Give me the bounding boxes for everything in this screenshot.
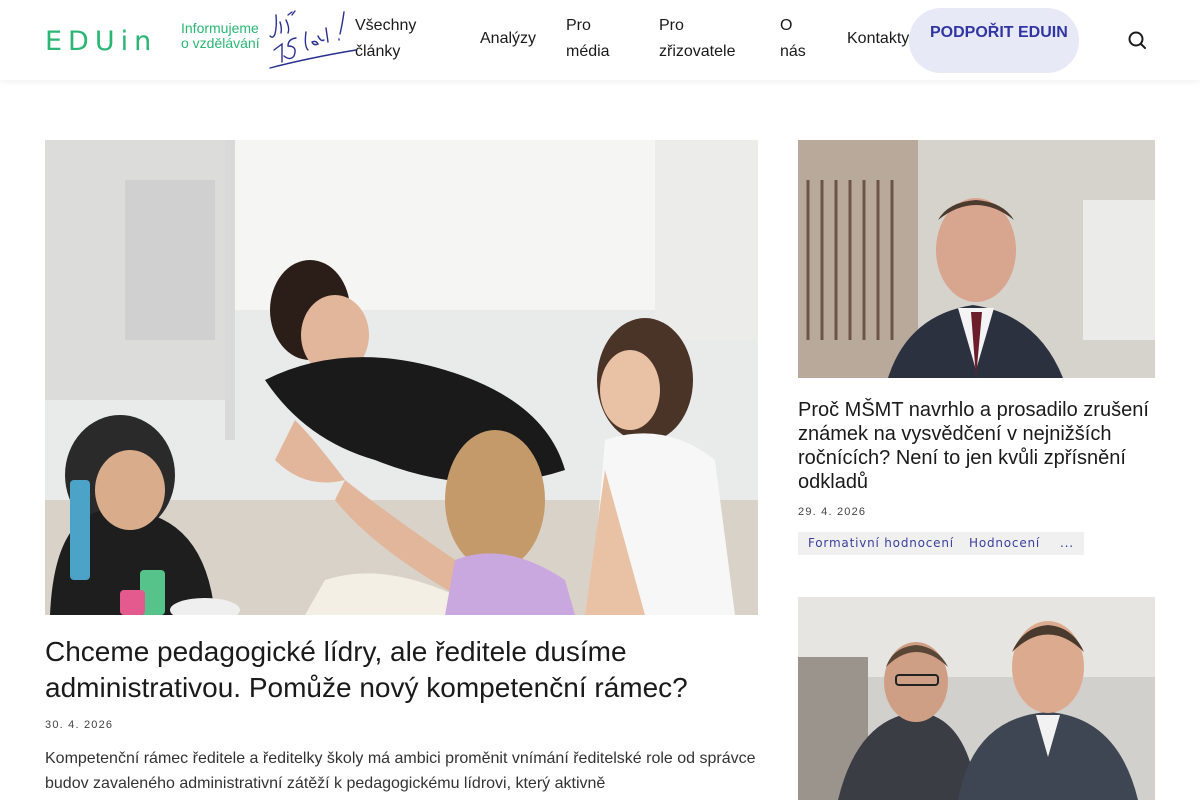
side-article-title[interactable]: Proč MŠMT navrhlo a prosadilo zrušení zn… (798, 398, 1155, 494)
tag-formative-assessment[interactable]: Formativní hodnocení (798, 532, 964, 555)
two-men-photo (798, 597, 1155, 800)
search-icon (1128, 31, 1146, 49)
search-button[interactable] (1125, 28, 1149, 52)
hero-article-excerpt: Kompetenční rámec ředitele a ředitelky š… (45, 750, 756, 792)
support-eduin-button[interactable]: PODPOŘIT EDUIN (909, 8, 1079, 73)
anniversary-badge (268, 6, 358, 70)
classroom-photo (45, 140, 758, 615)
tagline: Informujeme o vzdělávání (181, 20, 260, 51)
nav-about-us[interactable]: O nás (780, 13, 820, 65)
nav-for-founders[interactable]: Pro zřizovatele (659, 13, 759, 65)
nav-for-media[interactable]: Pro média (566, 13, 626, 65)
nav-all-articles[interactable]: Všechny články (355, 13, 445, 65)
tag-assessment[interactable]: Hodnocení (959, 532, 1051, 555)
nav-contacts[interactable]: Kontakty (847, 26, 909, 52)
side-article-2-image[interactable] (798, 597, 1155, 800)
hero-article-date: 30. 4. 2026 (45, 719, 114, 731)
side-article-image[interactable] (798, 140, 1155, 378)
nav-analyses[interactable]: Analýzy (480, 26, 536, 52)
tag-more[interactable]: ... (1050, 532, 1084, 555)
anniversary-handwriting (269, 10, 357, 69)
eduin-logo[interactable]: EDUin (45, 16, 163, 58)
portrait-photo (798, 140, 1155, 378)
side-article-date: 29. 4. 2026 (798, 506, 867, 518)
hero-article-title[interactable]: Chceme pedagogické lídry, ale ředitele d… (45, 634, 758, 706)
site-header: EDUin Informujeme o vzdělávání Všechny č… (0, 0, 1200, 80)
logo-text: EDUin (45, 26, 158, 57)
hero-article-image[interactable] (45, 140, 758, 615)
